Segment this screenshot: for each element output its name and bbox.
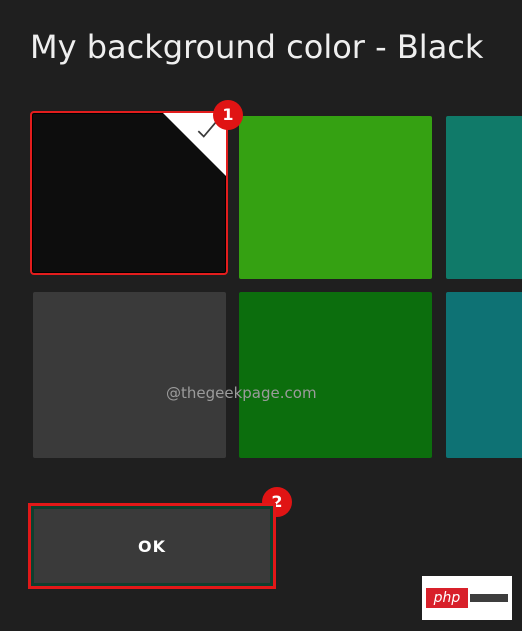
watermark-text: @thegeekpage.com <box>166 384 317 402</box>
php-logo: php <box>422 576 512 620</box>
page-title: My background color - Black <box>30 28 484 66</box>
step-badge-1: 1 <box>213 100 243 130</box>
php-logo-bar <box>470 594 508 602</box>
swatch-black[interactable] <box>30 111 228 275</box>
swatch-green-dark[interactable] <box>239 292 432 458</box>
swatch-teal-dark[interactable] <box>446 292 522 458</box>
ok-button[interactable]: OK <box>28 503 276 589</box>
swatch-green-light[interactable] <box>239 116 432 279</box>
php-logo-mark: php <box>426 588 468 608</box>
swatch-gray[interactable] <box>33 292 226 458</box>
swatch-teal[interactable] <box>446 116 522 279</box>
